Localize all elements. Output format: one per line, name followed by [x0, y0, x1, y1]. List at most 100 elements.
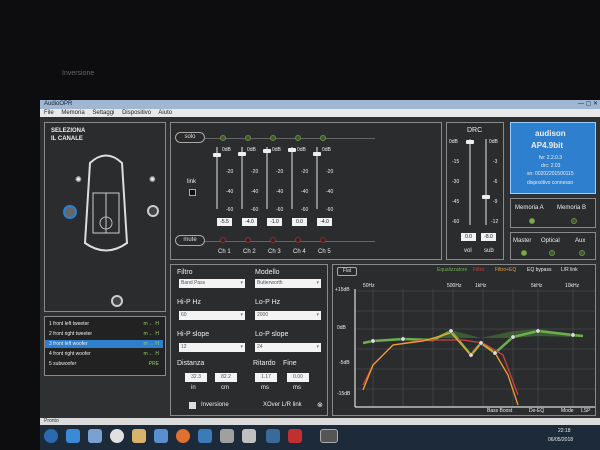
fine-input[interactable]: 0.00 [287, 373, 309, 382]
memory-a-led[interactable] [529, 218, 535, 224]
speaker-front-right-woofer-icon[interactable] [147, 205, 159, 217]
xover-link-icon[interactable]: ⊗ [317, 401, 323, 409]
mute-ch5-led[interactable] [320, 237, 326, 243]
mute-ch2-led[interactable] [245, 237, 251, 243]
app2-icon[interactable] [198, 429, 212, 443]
scale-60: -60 [226, 207, 234, 213]
scale-60: -60 [326, 207, 334, 213]
list-item[interactable]: 3 front left woofer m ← H [45, 340, 163, 348]
source-aux[interactable]: Aux [575, 238, 585, 244]
sub-fader[interactable] [482, 195, 490, 199]
sub-fader-track [485, 139, 487, 225]
source-optical-led[interactable] [549, 250, 555, 256]
vol-scale-30: -30 [452, 179, 460, 185]
mixer-panel: solo mute link 0dB -20 -40 -60 -5.5 Ch 1… [170, 122, 442, 260]
lsp-label[interactable]: LSP [581, 408, 590, 414]
app6-icon[interactable] [288, 429, 302, 443]
scale-60: -60 [251, 207, 259, 213]
start-button[interactable] [44, 429, 58, 443]
fader-ch1[interactable] [213, 153, 221, 157]
mute-ch3-led[interactable] [270, 237, 276, 243]
memory-b-led[interactable] [571, 218, 577, 224]
window-controls[interactable]: — ▢ ✕ [578, 100, 598, 109]
vol-fader-track [469, 139, 471, 225]
app4-icon[interactable] [242, 429, 256, 443]
hip-select[interactable]: 60 ▾ [179, 311, 245, 320]
source-aux-led[interactable] [579, 250, 585, 256]
source-optical[interactable]: Optical [541, 238, 560, 244]
fader-ch3[interactable] [263, 149, 271, 153]
solo-ch4-led[interactable] [295, 135, 301, 141]
menu-settaggi[interactable]: Settaggi [92, 110, 114, 116]
source-master[interactable]: Master [513, 238, 531, 244]
mute-ch1-led[interactable] [220, 237, 226, 243]
memory-a-label[interactable]: Memoria A [515, 205, 544, 211]
media-icon[interactable] [88, 429, 102, 443]
inversione-checkbox[interactable] [189, 402, 196, 409]
solo-ch3-led[interactable] [270, 135, 276, 141]
filtro-select[interactable]: Band Pass ▾ [179, 279, 245, 288]
fader-ch5[interactable] [313, 152, 321, 156]
value-ch5[interactable]: -4.0 [317, 218, 332, 226]
source-panel: Master Optical Aux [510, 232, 596, 260]
menu-aiuto[interactable]: Aiuto [158, 110, 172, 116]
menu-memoria[interactable]: Memoria [61, 110, 84, 116]
de-eq-label[interactable]: De-EQ [529, 408, 544, 414]
scale-40: -40 [301, 189, 309, 195]
title-bar: AudioOPR — ▢ ✕ [40, 100, 600, 109]
value-ch2[interactable]: -4.0 [242, 218, 257, 226]
value-ch4[interactable]: 0.0 [292, 218, 307, 226]
solo-ch5-led[interactable] [320, 135, 326, 141]
solo-button[interactable]: solo [175, 132, 205, 143]
speaker-front-left-woofer-icon[interactable] [63, 205, 77, 219]
memory-b-label[interactable]: Memoria B [557, 205, 586, 211]
ritardo-label: Ritardo [253, 360, 276, 367]
vol-value[interactable]: 0.0 [461, 233, 476, 241]
value-ch1[interactable]: -5.5 [217, 218, 232, 226]
sub-value[interactable]: -8.0 [481, 233, 496, 241]
mode-label[interactable]: Mode [561, 408, 574, 414]
hips-select[interactable]: 12 ▾ [179, 343, 245, 352]
scale-0db: 0dB [247, 147, 256, 153]
value-ch3[interactable]: -1.0 [267, 218, 282, 226]
distance-in-input[interactable]: 32.3 [185, 373, 207, 382]
list-item[interactable]: 2 front right tweeter m ← H [45, 330, 163, 338]
distance-cm-input[interactable]: 82.2 [215, 373, 237, 382]
source-master-led[interactable] [521, 250, 527, 256]
audison-app-icon[interactable] [320, 429, 338, 443]
unit-in: in [191, 385, 196, 391]
memory-panel: Memoria A Memoria B [510, 198, 596, 228]
ritardo-input[interactable]: 1.17 [255, 373, 277, 382]
scale-20: -20 [301, 169, 309, 175]
list-item[interactable]: 1 front left tweeter m ← H [45, 320, 163, 328]
folder-icon[interactable] [132, 429, 146, 443]
lops-select[interactable]: 24 ▾ [255, 343, 321, 352]
vol-fader[interactable] [466, 140, 474, 144]
unit-cm: cm [221, 385, 229, 391]
speaker-subwoofer-icon[interactable] [111, 295, 123, 307]
eq-graph[interactable] [333, 265, 597, 417]
app5-icon[interactable] [266, 429, 280, 443]
solo-ch1-led[interactable] [220, 135, 226, 141]
mute-button[interactable]: mute [175, 235, 205, 246]
ie-icon[interactable] [66, 429, 80, 443]
solo-ch2-led[interactable] [245, 135, 251, 141]
menu-file[interactable]: File [44, 110, 54, 116]
fader-ch4[interactable] [288, 148, 296, 152]
link-checkbox[interactable] [189, 189, 196, 196]
speaker-front-left-tweeter-icon[interactable]: ✺ [75, 175, 82, 184]
firefox-icon[interactable] [176, 429, 190, 443]
app3-icon[interactable] [220, 429, 234, 443]
modello-select[interactable]: Butterworth ▾ [255, 279, 321, 288]
mute-ch4-led[interactable] [295, 237, 301, 243]
chrome-icon[interactable] [110, 429, 124, 443]
bass-boost-label[interactable]: Bass Boost [487, 408, 512, 414]
list-item[interactable]: 4 front right woofer m ← H [45, 350, 163, 358]
list-item[interactable]: 5 subwoofer PRE [45, 360, 163, 368]
fader-ch2[interactable] [238, 152, 246, 156]
fader-track-ch2 [241, 147, 243, 209]
app-icon[interactable] [154, 429, 168, 443]
lop-select[interactable]: 2000 ▾ [255, 311, 321, 320]
menu-dispositivo[interactable]: Dispositivo [122, 110, 151, 116]
speaker-front-right-tweeter-icon[interactable]: ✺ [149, 175, 156, 184]
